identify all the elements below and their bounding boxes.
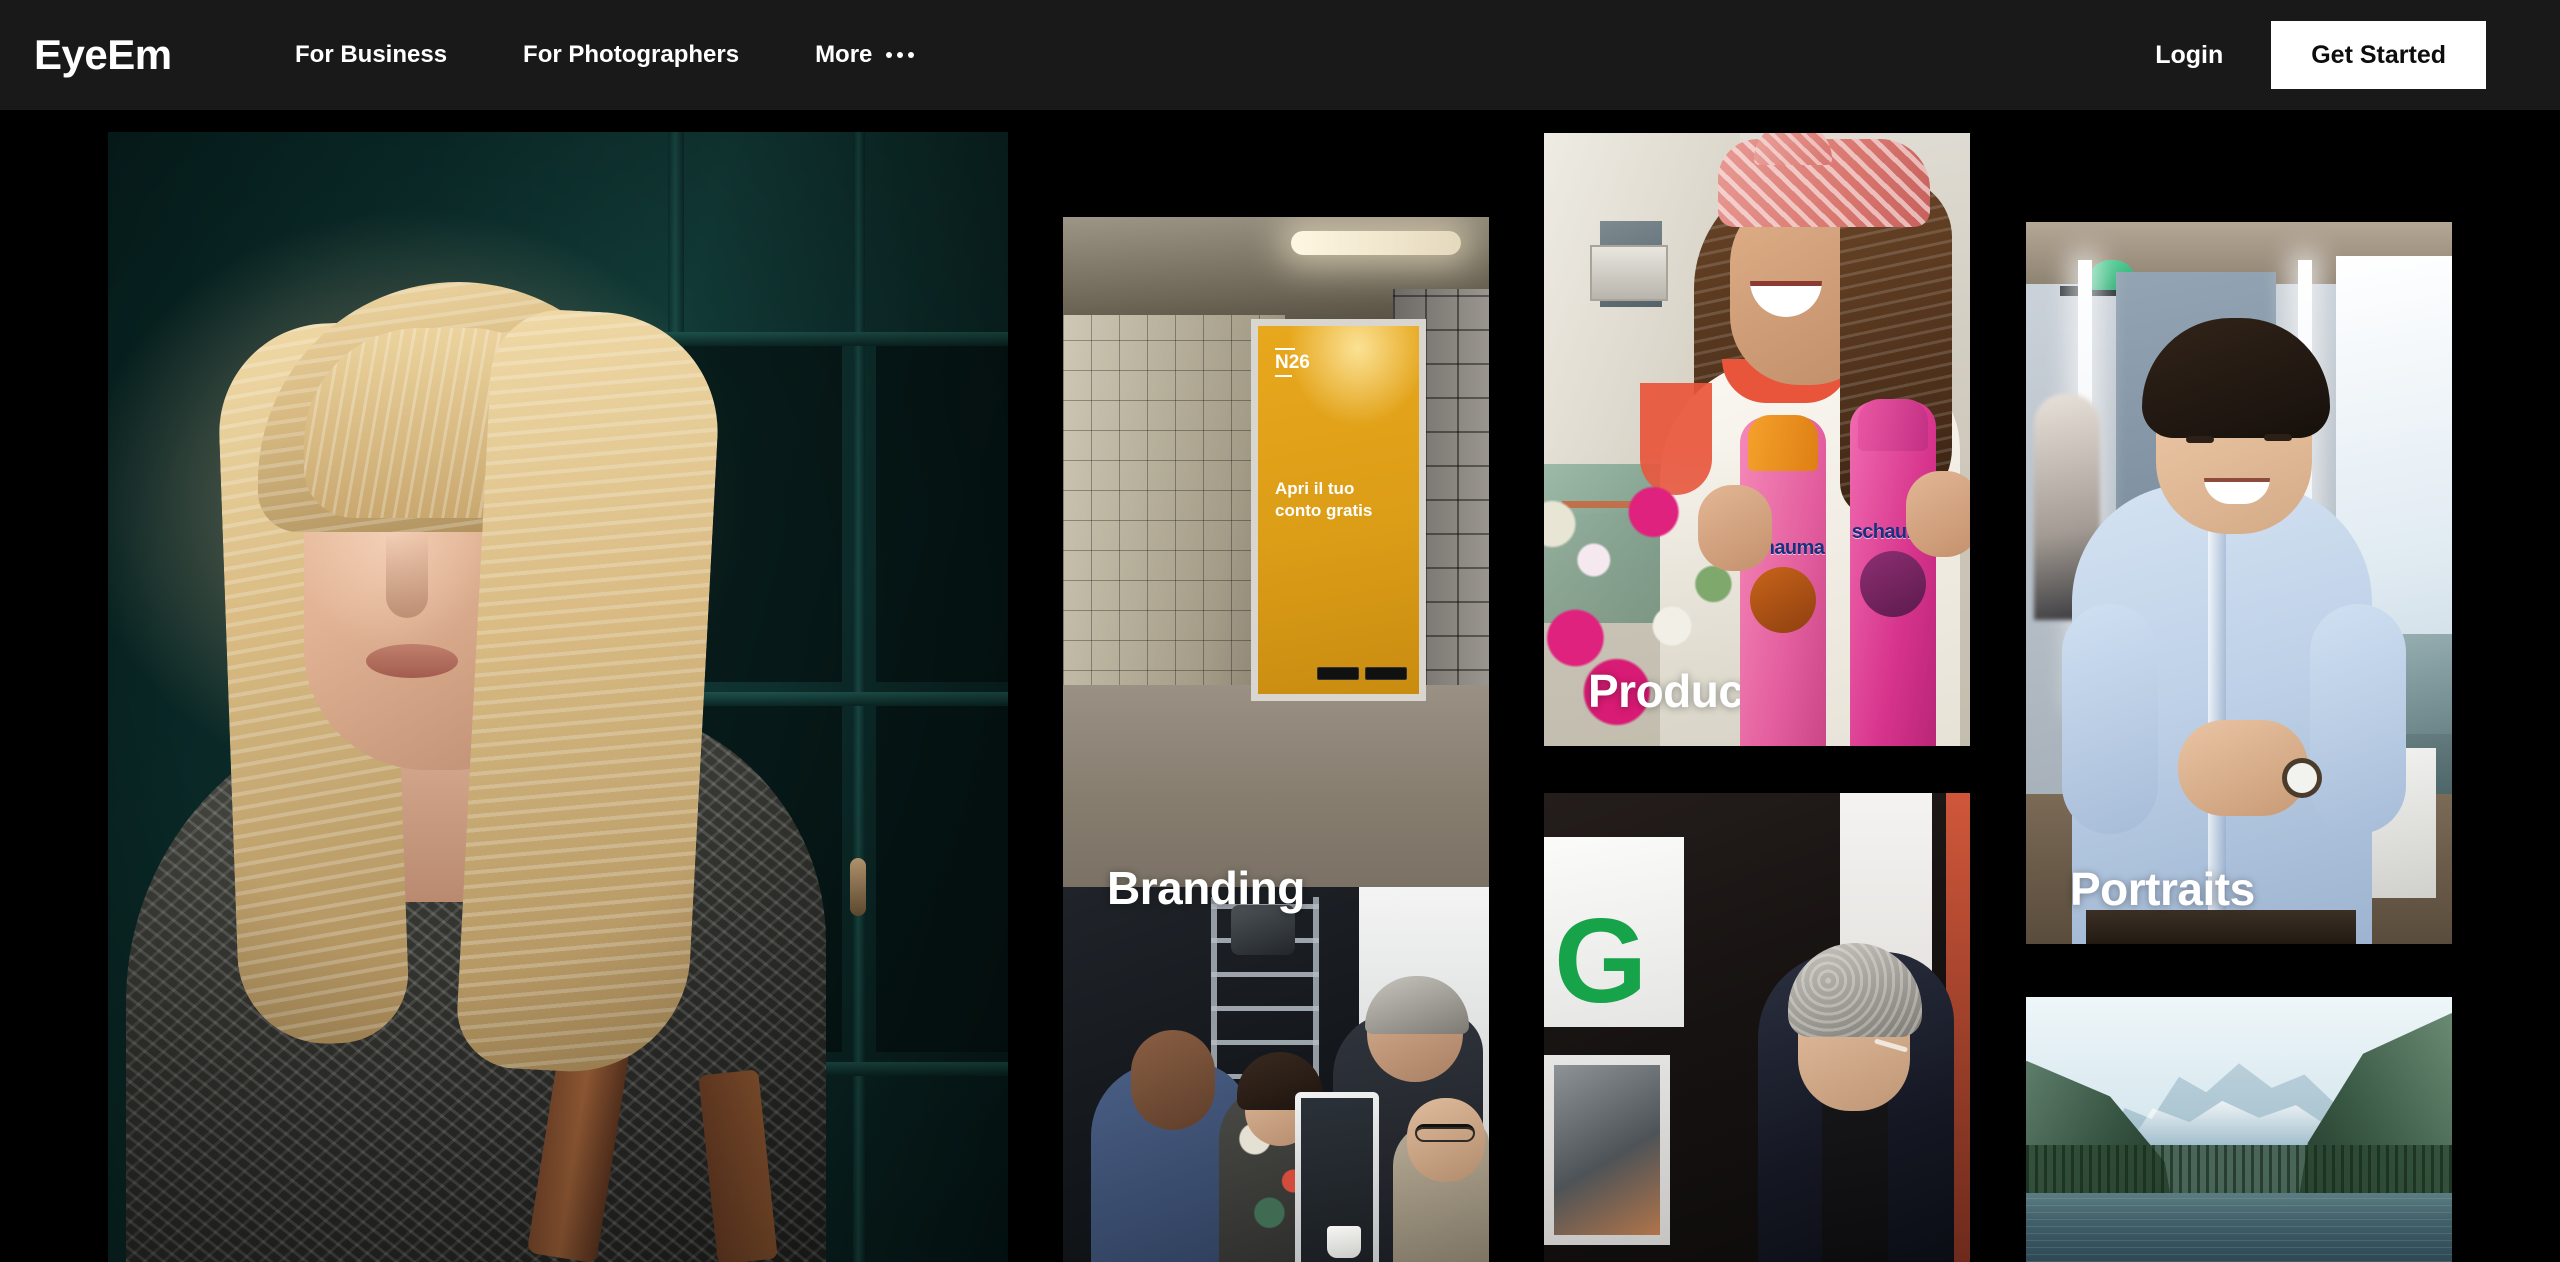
nav-item-for-photographers[interactable]: For Photographers — [485, 43, 777, 67]
shampoo-bottle: schauma — [1850, 399, 1936, 746]
product-photo: schauma schauma — [1544, 133, 1970, 746]
bottle-cap — [1748, 415, 1818, 471]
main-navigation: For Business For Photographers More — [295, 43, 952, 67]
nav-item-label: More — [815, 41, 873, 68]
category-card-nature[interactable] — [2026, 997, 2452, 1262]
google-play-badge-icon — [1365, 667, 1407, 680]
nature-photo — [2026, 997, 2452, 1262]
n26-logo-text: N26 — [1275, 352, 1310, 373]
category-card-branding[interactable]: N26 Apri il tuo conto gratis Branding — [1063, 217, 1489, 943]
branding-photo: N26 Apri il tuo conto gratis — [1063, 217, 1489, 943]
poster-frame: N26 Apri il tuo conto gratis — [1251, 319, 1426, 701]
ceiling-lamp — [1291, 231, 1461, 255]
login-link[interactable]: Login — [2155, 42, 2223, 68]
portraits-photo — [2026, 222, 2452, 944]
subject-arm — [2062, 604, 2158, 834]
app-store-badges — [1317, 667, 1407, 680]
card-label-branding: Branding — [1107, 862, 1305, 914]
header-actions: Login Get Started — [2155, 0, 2560, 110]
bottle-cap — [1858, 399, 1928, 451]
category-card-speaker[interactable]: G — [1544, 793, 1970, 1262]
subject-hand — [1698, 485, 1772, 571]
stage-panel: G — [1544, 837, 1684, 1027]
subject-belt — [2086, 910, 2356, 944]
shampoo-bottle: schauma — [1740, 415, 1826, 746]
nav-item-more[interactable]: More — [777, 43, 952, 67]
poster-headline-line2: conto gratis — [1275, 500, 1373, 520]
lake-reflection — [2026, 1193, 2452, 1262]
card-label-product: Product — [1588, 665, 1759, 717]
vignette-overlay — [108, 132, 1008, 1262]
ellipsis-icon — [886, 52, 915, 58]
subject-arm — [2310, 604, 2406, 834]
hero-card[interactable] — [108, 132, 1008, 1262]
app-store-badge-icon — [1317, 667, 1359, 680]
n26-logo: N26 — [1275, 348, 1310, 377]
subject-eye — [2186, 436, 2214, 443]
subject-eye — [2264, 434, 2292, 441]
hero-photo — [108, 132, 1008, 1262]
wristwatch — [2282, 758, 2322, 798]
green-g-logo-icon: G — [1554, 894, 1648, 1028]
nav-item-label: For Photographers — [523, 41, 740, 68]
site-header: EyeEm For Business For Photographers Mor… — [0, 0, 2560, 110]
get-started-button[interactable]: Get Started — [2271, 21, 2486, 89]
speaker-photo: G — [1544, 793, 1970, 1262]
stage-panel — [1544, 1055, 1670, 1245]
card-label-portraits: Portraits — [2070, 863, 2255, 915]
n26-poster: N26 Apri il tuo conto gratis — [1258, 326, 1419, 694]
subject-hand — [1906, 471, 1970, 557]
bottle-label-art — [1750, 567, 1816, 633]
person-head — [1131, 1030, 1215, 1130]
poster-headline: Apri il tuo conto gratis — [1275, 478, 1405, 522]
brand-logo[interactable]: EyeEm — [34, 34, 172, 76]
business-photo — [1063, 887, 1489, 1262]
forest-treeline — [2026, 1145, 2452, 1194]
air-conditioner-unit — [1590, 245, 1668, 301]
poster-headline-line1: Apri il tuo — [1275, 479, 1355, 498]
bottle-label-art — [1860, 551, 1926, 617]
category-card-product[interactable]: schauma schauma Product — [1544, 133, 1970, 746]
eyeglasses-icon — [1415, 1124, 1475, 1142]
nav-item-for-business[interactable]: For Business — [295, 43, 485, 67]
nav-item-label: For Business — [295, 41, 448, 68]
coffee-cup — [1327, 1226, 1361, 1258]
head-scarf-knot — [1754, 133, 1832, 165]
category-card-business[interactable] — [1063, 887, 1489, 1262]
gallery-stage: N26 Apri il tuo conto gratis Branding sc… — [0, 110, 2560, 1262]
category-card-portraits[interactable]: Portraits — [2026, 222, 2452, 944]
